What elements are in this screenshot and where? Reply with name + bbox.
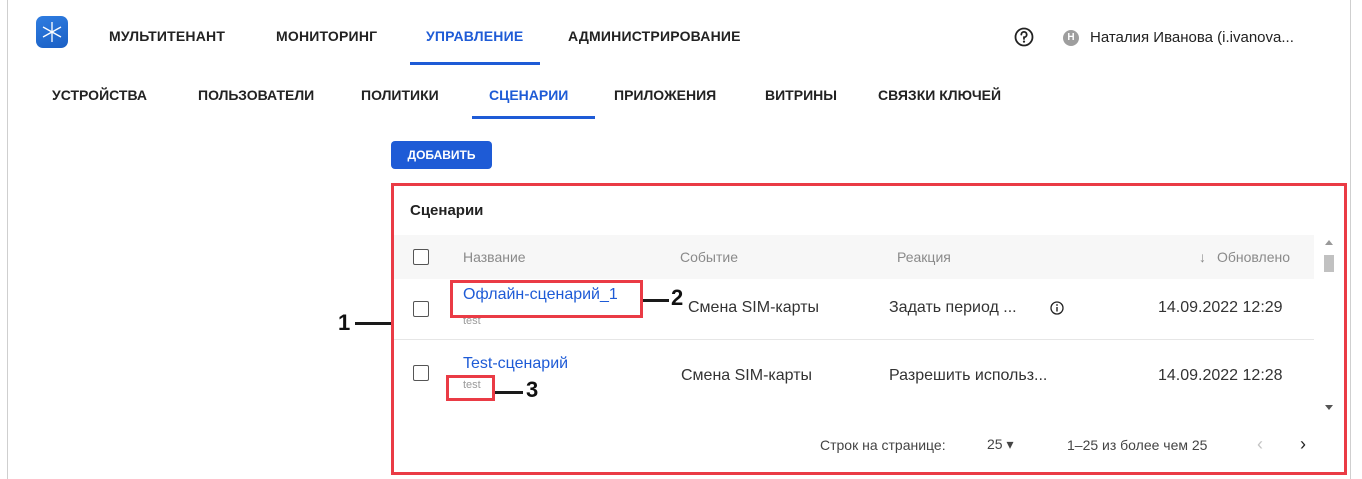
top-nav-administration[interactable]: АДМИНИСТРИРОВАНИЕ [568,28,741,44]
sub-nav-active-indicator [472,116,595,119]
tab-applications[interactable]: ПРИЛОЖЕНИЯ [614,87,716,103]
app-window: МУЛЬТИТЕНАНТ МОНИТОРИНГ УПРАВЛЕНИЕ АДМИН… [0,0,1362,479]
window-right-border [1350,0,1351,479]
logo-icon[interactable] [36,16,68,48]
top-nav-active-indicator [410,62,540,65]
top-nav-multitenant[interactable]: МУЛЬТИТЕНАНТ [109,28,225,44]
help-icon[interactable] [1014,27,1034,47]
tab-users[interactable]: ПОЛЬЗОВАТЕЛИ [198,87,314,103]
annotation-leader-2 [643,299,669,302]
annotation-leader-3 [495,391,523,394]
top-nav-management[interactable]: УПРАВЛЕНИЕ [426,28,523,44]
tab-devices[interactable]: УСТРОЙСТВА [52,87,147,103]
annotation-number-2: 2 [671,285,684,310]
tab-storefronts[interactable]: ВИТРИНЫ [765,87,837,103]
tab-policies[interactable]: ПОЛИТИКИ [361,87,439,103]
avatar[interactable]: Н [1063,30,1079,46]
annotation-box-3 [446,375,495,401]
top-nav-monitoring[interactable]: МОНИТОРИНГ [276,28,377,44]
tab-keychains[interactable]: СВЯЗКИ КЛЮЧЕЙ [878,87,1001,103]
annotation-leader-1 [355,322,391,325]
annotation-box-1 [391,183,1347,475]
top-bar: МУЛЬТИТЕНАНТ МОНИТОРИНГ УПРАВЛЕНИЕ АДМИН… [0,0,1362,70]
annotation-box-2 [450,280,643,318]
annotation-number-3: 3 [526,377,539,402]
user-name[interactable]: Наталия Иванова (i.ivanova... [1090,29,1294,46]
window-left-border [7,0,8,479]
add-button[interactable]: ДОБАВИТЬ [391,141,492,169]
annotation-number-1: 1 [338,310,351,335]
tab-scenarios[interactable]: СЦЕНАРИИ [489,87,568,103]
